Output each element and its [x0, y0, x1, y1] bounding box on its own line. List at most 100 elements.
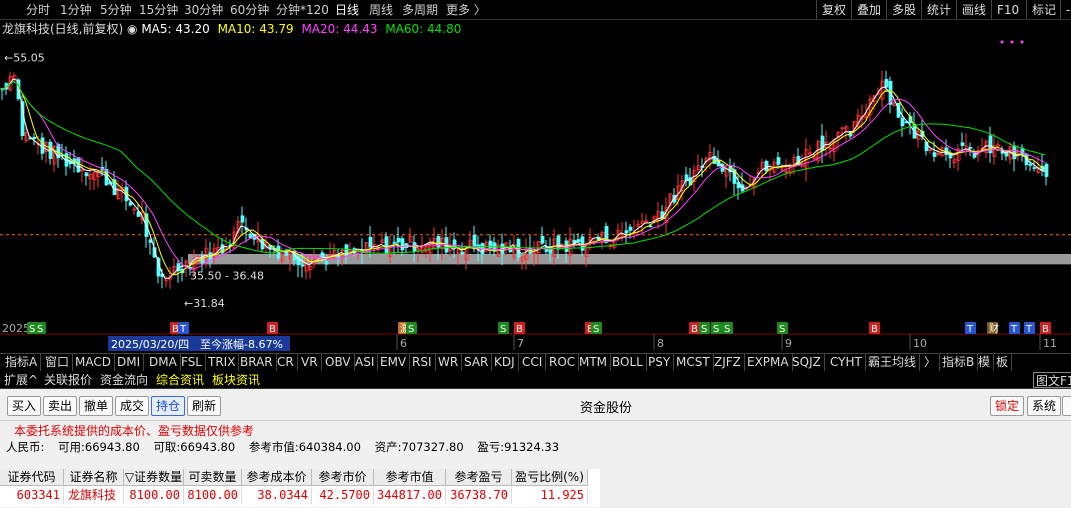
table-cell[interactable]: 36738.70 [446, 487, 512, 504]
indicator-tab[interactable]: BOLL [609, 354, 647, 371]
deals-button[interactable]: 成交 [115, 396, 150, 416]
indicator-tab[interactable]: ASI [352, 354, 379, 371]
multi-stock-button[interactable]: 多股 [886, 0, 921, 19]
sector-news-tab[interactable]: 板块资讯 [210, 372, 262, 388]
positions-button[interactable]: 持仓 [151, 396, 186, 416]
month-label: 9 [785, 337, 792, 350]
indicator-tab[interactable]: PSY [645, 354, 675, 371]
mark-icon-label: T [179, 324, 187, 335]
indicator-tab[interactable]: 霸王均线 [865, 354, 921, 371]
period-1min[interactable]: 1分钟 [60, 2, 92, 18]
indicator-tab[interactable]: BRAR [237, 354, 277, 371]
indicator-tab[interactable]: EMV [377, 354, 411, 371]
table-cell[interactable]: 8100.00 [124, 487, 184, 504]
trade-toolbar: 买入 卖出 撤单 成交 持仓 刷新 资金股份 锁定 系统 [0, 389, 1071, 421]
mark-icon-label: 财 [989, 322, 999, 335]
indicator-tab[interactable]: ZJFZ [711, 354, 745, 371]
news-tab[interactable]: 综合资讯 [154, 372, 206, 388]
table-header[interactable]: 盈亏比例(%) [512, 469, 588, 486]
period-more[interactable]: 更多 〉 [446, 2, 486, 18]
candle-body [32, 136, 37, 140]
indicator-tab[interactable]: 指标A [2, 354, 42, 371]
table-cell[interactable]: 8100.00 [184, 487, 242, 504]
table-cell[interactable]: 38.0344 [242, 487, 312, 504]
period-120min[interactable]: 分钟*120 [276, 2, 329, 18]
f10-button[interactable]: F10 [991, 0, 1024, 19]
stats-button[interactable]: 统计 [921, 0, 956, 19]
sell-button[interactable]: 卖出 [43, 396, 78, 416]
mark-icon-label: B [691, 324, 698, 335]
cancel-order-button[interactable]: 撤单 [79, 396, 114, 416]
indicator-tab[interactable]: WR [435, 354, 463, 371]
overlay-button[interactable]: 叠加 [851, 0, 886, 19]
period-intraday[interactable]: 分时 [26, 2, 50, 18]
indicator-tab[interactable]: FSL [178, 354, 206, 371]
indicator-tab[interactable]: DMI [114, 354, 145, 371]
indicator-tab[interactable]: KDJ [491, 354, 519, 371]
indicator-tab[interactable]: DMA [146, 354, 181, 371]
indicator-tab[interactable]: CR [274, 354, 298, 371]
table-cell[interactable]: 龙旗科技 [64, 487, 124, 504]
indicator-tab[interactable]: 〉 [921, 354, 941, 371]
minimize-button[interactable]: - [1060, 0, 1071, 19]
legend-dropdown-icon[interactable]: ◉ [127, 22, 141, 36]
expand-tab[interactable]: 扩展^ [2, 372, 40, 388]
mark-button[interactable]: 标记 [1026, 0, 1061, 19]
indicator-tab[interactable]: VR [298, 354, 322, 371]
more-button[interactable] [1062, 396, 1071, 416]
fund-flow-tab[interactable]: 资金流向 [98, 372, 150, 388]
table-header[interactable]: 证券代码 [0, 469, 64, 486]
period-15min[interactable]: 15分钟 [139, 2, 178, 18]
related-quote-tab[interactable]: 关联报价 [42, 372, 94, 388]
disclaimer-notice: 本委托系统提供的成本价、盈亏数据仅供参考 [14, 424, 255, 438]
refresh-button[interactable]: 刷新 [187, 396, 222, 416]
candlestick-chart[interactable]: ←55.05←31.8435.50 - 36.482025年6 7 8 9 10 1120… [0, 38, 1071, 353]
indicator-tab[interactable]: OBV [322, 354, 355, 371]
indicator-tab[interactable]: EXPMA [744, 354, 793, 371]
table-header[interactable]: 参考盈亏 [446, 469, 512, 486]
candle-body [776, 157, 781, 165]
table-cell[interactable]: 344817.00 [374, 487, 446, 504]
indicator-tab[interactable]: CYHT [827, 354, 866, 371]
date-info: 2025/03/20/四 [111, 338, 189, 351]
indicator-tab[interactable]: RSI [409, 354, 436, 371]
indicator-tab[interactable]: ROC [546, 354, 580, 371]
table-header[interactable]: 参考市价 [312, 469, 374, 486]
indicator-tab[interactable]: MCST [673, 354, 714, 371]
table-header[interactable]: ▽证券数量 [124, 469, 184, 486]
period-weekly[interactable]: 周线 [369, 2, 393, 18]
buy-button[interactable]: 买入 [7, 396, 42, 416]
table-header[interactable]: 参考市值 [374, 469, 446, 486]
period-60min[interactable]: 60分钟 [230, 2, 269, 18]
table-cell[interactable]: 11.925 [512, 487, 588, 504]
month-label: 10 [913, 337, 927, 350]
indicator-tab[interactable]: TRIX [205, 354, 240, 371]
indicator-tab[interactable]: CCI [519, 354, 547, 371]
table-cell[interactable]: 42.5700 [312, 487, 374, 504]
table-header[interactable]: 证券名称 [64, 469, 124, 486]
system-button[interactable]: 系统 [1027, 396, 1062, 416]
period-multi[interactable]: 多周期 [402, 2, 438, 18]
indicator-tab[interactable]: SQJZ [789, 354, 825, 371]
adjust-button[interactable]: 复权 [816, 0, 851, 19]
period-daily[interactable]: 日线 [335, 2, 359, 18]
period-30min[interactable]: 30分钟 [184, 2, 223, 18]
ma-legend: 龙旗科技(日线,前复权) ◉ MA5: 43.20 MA10: 43.79 MA… [2, 21, 461, 38]
table-header[interactable]: 参考成本价 [242, 469, 312, 486]
indicator-tab[interactable]: MTM [576, 354, 612, 371]
indicator-tab[interactable]: MACD [72, 354, 115, 371]
candle-body [324, 260, 329, 265]
indicator-tab[interactable]: 指标B [939, 354, 979, 371]
draw-button[interactable]: 画线 [956, 0, 991, 19]
table-cell[interactable]: 603341 [0, 487, 64, 504]
indicator-tab[interactable]: 模 [975, 354, 995, 371]
app-window: 分时 1分钟 5分钟 15分钟 30分钟 60分钟 分钟*120 日线 周线 多… [0, 0, 1071, 508]
table-header[interactable]: 可卖数量 [184, 469, 242, 486]
candle-body [764, 160, 769, 172]
period-5min[interactable]: 5分钟 [100, 2, 132, 18]
indicator-tab[interactable]: 板 [993, 354, 1013, 371]
indicator-tab[interactable]: 窗口 [42, 354, 74, 371]
indicator-tab[interactable]: SAR [461, 354, 493, 371]
f10-graphic-tab[interactable]: 图文F10 [1033, 372, 1071, 388]
lock-button[interactable]: 锁定 [990, 396, 1025, 416]
